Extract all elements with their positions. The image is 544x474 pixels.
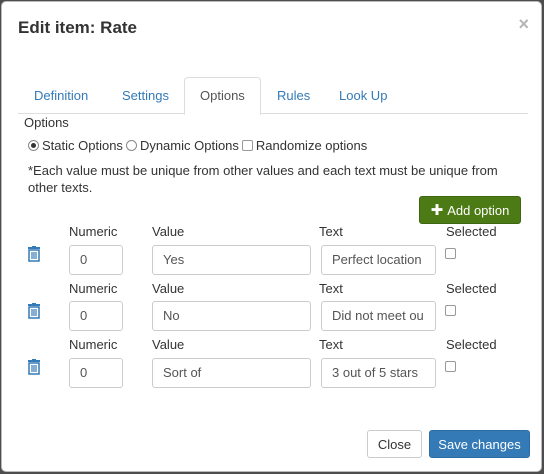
trash-icon[interactable] bbox=[27, 303, 41, 319]
numeric-column-label: Numeric bbox=[69, 337, 118, 352]
modal-header: Edit item: Rate × bbox=[2, 2, 541, 57]
tab-settings[interactable]: Settings bbox=[106, 77, 185, 114]
save-changes-button[interactable]: Save changes bbox=[429, 430, 530, 458]
trash-icon[interactable] bbox=[27, 246, 41, 262]
add-option-button[interactable]: ✚ Add option bbox=[419, 196, 521, 224]
randomize-options-label: Randomize options bbox=[255, 138, 368, 153]
selected-column-label: Selected bbox=[446, 281, 497, 296]
uniqueness-note: *Each value must be unique from other va… bbox=[28, 163, 498, 195]
tab-definition[interactable]: Definition bbox=[18, 77, 104, 114]
selected-column-label: Selected bbox=[446, 337, 497, 352]
numeric-input[interactable]: 0 bbox=[69, 358, 123, 388]
numeric-column-label: Numeric bbox=[69, 224, 118, 239]
tab-rules[interactable]: Rules bbox=[261, 77, 326, 114]
options-mode-group: Static Options Dynamic Options Randomize… bbox=[28, 138, 367, 153]
numeric-column-label: Numeric bbox=[69, 281, 118, 296]
text-column-label: Text bbox=[319, 224, 343, 239]
edit-item-modal: Edit item: Rate × Definition Settings Op… bbox=[1, 1, 542, 472]
selected-column-label: Selected bbox=[446, 224, 497, 239]
close-button[interactable]: Close bbox=[367, 430, 422, 458]
value-input[interactable]: Yes bbox=[152, 245, 311, 275]
text-column-label: Text bbox=[319, 281, 343, 296]
selected-checkbox[interactable] bbox=[445, 361, 456, 372]
static-options-radio[interactable] bbox=[28, 140, 39, 151]
dynamic-options-radio[interactable] bbox=[125, 140, 137, 151]
options-section-label: Options bbox=[24, 115, 69, 130]
tab-options[interactable]: Options bbox=[184, 77, 261, 115]
selected-checkbox[interactable] bbox=[445, 248, 456, 259]
value-input[interactable]: No bbox=[152, 301, 311, 331]
text-input[interactable]: Did not meet ou bbox=[321, 301, 436, 331]
tab-bar: Definition Settings Options Rules Look U… bbox=[18, 77, 528, 115]
tab-look-up[interactable]: Look Up bbox=[323, 77, 403, 114]
value-column-label: Value bbox=[152, 337, 185, 352]
trash-icon[interactable] bbox=[27, 359, 41, 375]
add-option-label: Add option bbox=[447, 202, 510, 218]
numeric-input[interactable]: 0 bbox=[69, 301, 123, 331]
value-column-label: Value bbox=[152, 281, 185, 296]
plus-icon: ✚ bbox=[430, 201, 444, 219]
selected-checkbox[interactable] bbox=[445, 305, 456, 316]
value-input[interactable]: Sort of bbox=[152, 358, 311, 388]
dynamic-options-label: Dynamic Options bbox=[139, 138, 239, 153]
numeric-input[interactable]: 0 bbox=[69, 245, 123, 275]
text-input[interactable]: Perfect location bbox=[321, 245, 436, 275]
modal-title: Edit item: Rate bbox=[18, 18, 138, 37]
static-options-label: Static Options bbox=[42, 138, 123, 153]
text-column-label: Text bbox=[319, 337, 343, 352]
close-icon[interactable]: × bbox=[518, 14, 529, 34]
value-column-label: Value bbox=[152, 224, 185, 239]
randomize-options-checkbox[interactable] bbox=[241, 140, 253, 151]
text-input[interactable]: 3 out of 5 stars bbox=[321, 358, 436, 388]
